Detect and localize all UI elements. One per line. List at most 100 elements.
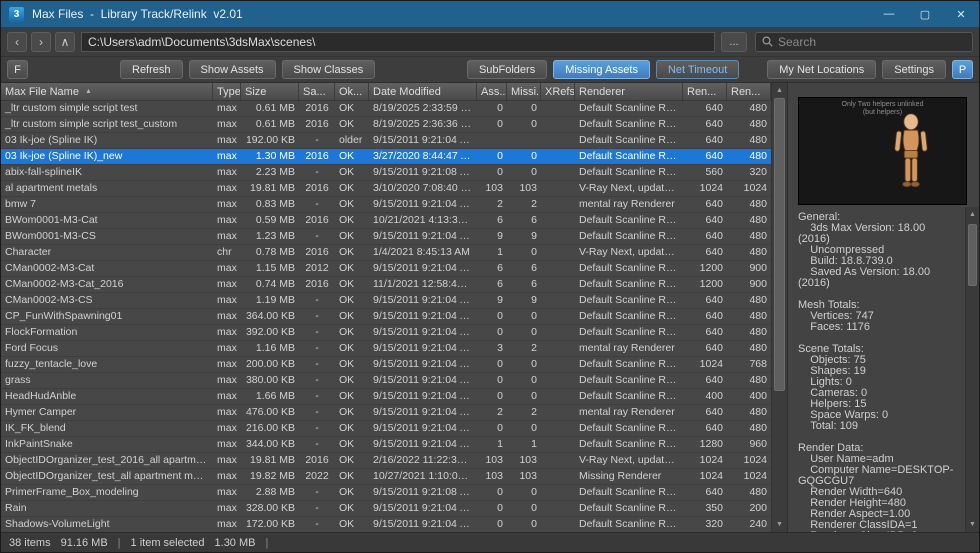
status-separator: | (265, 537, 268, 549)
cell-missing: 0 (507, 501, 541, 516)
forward-button[interactable]: › (31, 32, 51, 52)
my-net-locations-button[interactable]: My Net Locations (767, 60, 876, 79)
search-input[interactable] (778, 35, 966, 49)
cell-assets: 0 (477, 517, 507, 532)
cell-size: 0.78 MB (241, 245, 299, 260)
cell-xrefs (541, 165, 575, 180)
table-row[interactable]: Rainmax328.00 KB-OK9/15/2011 9:21:04 AM0… (1, 501, 771, 517)
cell-saved: - (299, 421, 335, 436)
column-header-date_modified[interactable]: Date Modified (369, 83, 477, 100)
table-row[interactable]: BWom0001-M3-Catmax0.59 MB2016OK10/21/202… (1, 213, 771, 229)
show-assets-button[interactable]: Show Assets (189, 60, 276, 79)
column-header-xrefs[interactable]: XRefs (541, 83, 575, 100)
table-row[interactable]: grassmax380.00 KB-OK9/15/2011 9:21:04 AM… (1, 373, 771, 389)
refresh-button[interactable]: Refresh (120, 60, 183, 79)
table-row[interactable]: 03 Ik-joe (Spline IK)max192.00 KB-older9… (1, 133, 771, 149)
table-row[interactable]: InkPaintSnakemax344.00 KB-OK9/15/2011 9:… (1, 437, 771, 453)
column-header-render_w[interactable]: Ren... (683, 83, 727, 100)
column-header-missing[interactable]: Missi... (507, 83, 541, 100)
table-row[interactable]: BWom0001-M3-CSmax1.23 MB-OK9/15/2011 9:2… (1, 229, 771, 245)
close-button[interactable]: ✕ (943, 1, 979, 27)
cell-render_h: 1024 (727, 453, 771, 468)
cell-render_w: 640 (683, 149, 727, 164)
cell-missing: 0 (507, 117, 541, 132)
table-row[interactable]: ObjectIDOrganizer_test_all apartment met… (1, 469, 771, 485)
column-header-type[interactable]: Type (213, 83, 241, 100)
details-scroll-up-icon[interactable]: ▲ (966, 207, 979, 222)
column-header-name[interactable]: Max File Name▲ (1, 83, 213, 100)
maximize-button[interactable]: ▢ (907, 1, 943, 27)
search-box[interactable] (755, 32, 973, 52)
back-button[interactable]: ‹ (7, 32, 27, 52)
table-row[interactable]: HeadHudAnblemax1.66 MB-OK9/15/2011 9:21:… (1, 389, 771, 405)
table-row[interactable]: bmw 7max0.83 MB-OK9/15/2011 9:21:04 AM22… (1, 197, 771, 213)
table-header: Max File Name▲TypeSizeSa...Ok...Date Mod… (1, 83, 771, 101)
cell-renderer: mental ray Renderer (575, 341, 683, 356)
table-row[interactable]: al apartment metalsmax19.81 MB2016OK3/10… (1, 181, 771, 197)
cell-date_modified: 9/15/2011 9:21:04 AM (369, 229, 477, 244)
cell-ok: OK (335, 405, 369, 420)
table-row[interactable]: CP_FunWithSpawning01max364.00 KB-OK9/15/… (1, 309, 771, 325)
cell-missing: 6 (507, 261, 541, 276)
table-row[interactable]: PrimerFrame_Box_modelingmax2.88 MB-OK9/1… (1, 485, 771, 501)
cell-name: InkPaintSnake (1, 437, 213, 452)
cell-size: 192.00 KB (241, 133, 299, 148)
column-header-renderer[interactable]: Renderer (575, 83, 683, 100)
cell-ok: OK (335, 181, 369, 196)
table-row[interactable]: CMan0002-M3-Catmax1.15 MB2012OK9/15/2011… (1, 261, 771, 277)
up-button[interactable]: ∧ (55, 32, 75, 52)
cell-ok: OK (335, 389, 369, 404)
browse-button[interactable]: ... (721, 32, 747, 52)
table-row[interactable]: IK_FK_blendmax216.00 KB-OK9/15/2011 9:21… (1, 421, 771, 437)
cell-ok: OK (335, 517, 369, 532)
cell-size: 380.00 KB (241, 373, 299, 388)
details-scroll-down-icon[interactable]: ▼ (966, 517, 979, 532)
scroll-down-icon[interactable]: ▼ (772, 517, 787, 532)
show-classes-button[interactable]: Show Classes (282, 60, 376, 79)
details-scrollbar[interactable]: ▲ ▼ (965, 207, 979, 532)
filter-button[interactable]: F (7, 60, 28, 79)
cell-size: 19.81 MB (241, 181, 299, 196)
table-scroll-track[interactable] (772, 98, 787, 517)
cell-type: max (213, 501, 241, 516)
table-scrollbar[interactable]: ▲ ▼ (771, 83, 787, 532)
cell-size: 392.00 KB (241, 325, 299, 340)
table-row[interactable]: fuzzy_tentacle_lovemax200.00 KB-OK9/15/2… (1, 357, 771, 373)
cell-ok: OK (335, 341, 369, 356)
title-bar: 3 Max Files - Library Track/Relink v2.01… (1, 1, 979, 27)
column-header-render_h[interactable]: Ren... (727, 83, 771, 100)
subfolders-button[interactable]: SubFolders (467, 60, 547, 79)
column-header-ok[interactable]: Ok... (335, 83, 369, 100)
table-row[interactable]: FlockFormationmax392.00 KB-OK9/15/2011 9… (1, 325, 771, 341)
cell-renderer: Default Scanline Renderer (575, 501, 683, 516)
table-row[interactable]: abix-fall-splineIKmax2.23 MB-OK9/15/2011… (1, 165, 771, 181)
table-row[interactable]: Characterchr0.78 MB2016OK1/4/2021 8:45:1… (1, 245, 771, 261)
settings-button[interactable]: Settings (882, 60, 946, 79)
table-row[interactable]: CMan0002-M3-CSmax1.19 MB-OK9/15/2011 9:2… (1, 293, 771, 309)
details-scroll-thumb[interactable] (968, 224, 977, 286)
table-row[interactable]: ObjectIDOrganizer_test_2016_all apartmen… (1, 453, 771, 469)
preview-toggle-button[interactable]: P (952, 60, 973, 79)
table-row[interactable]: CMan0002-M3-Cat_2016max0.74 MB2016OK11/1… (1, 277, 771, 293)
table-scroll-thumb[interactable] (774, 98, 785, 391)
table-row[interactable]: Hymer Campermax476.00 KB-OK9/15/2011 9:2… (1, 405, 771, 421)
column-header-assets[interactable]: Ass... (477, 83, 507, 100)
missing-assets-button[interactable]: Missing Assets (553, 60, 650, 79)
table-row[interactable]: 03 Ik-joe (Spline IK)_newmax1.30 MB2016O… (1, 149, 771, 165)
table-row[interactable]: _ltr custom simple script testmax0.61 MB… (1, 101, 771, 117)
minimize-button[interactable]: — (871, 1, 907, 27)
cell-date_modified: 3/27/2020 8:44:47 AM (369, 149, 477, 164)
cell-type: max (213, 453, 241, 468)
cell-ok: OK (335, 309, 369, 324)
table-row[interactable]: Ford Focusmax1.16 MB-OK9/15/2011 9:21:04… (1, 341, 771, 357)
table-row[interactable]: _ltr custom simple script test_custommax… (1, 117, 771, 133)
cell-render_h: 480 (727, 341, 771, 356)
cell-size: 364.00 KB (241, 309, 299, 324)
details-scroll-track[interactable] (966, 222, 979, 517)
scroll-up-icon[interactable]: ▲ (772, 83, 787, 98)
table-row[interactable]: Shadows-VolumeLightmax172.00 KB-OK9/15/2… (1, 517, 771, 532)
column-header-size[interactable]: Size (241, 83, 299, 100)
net-timeout-button[interactable]: Net Timeout (656, 60, 739, 79)
path-input[interactable] (81, 32, 715, 52)
column-header-saved[interactable]: Sa... (299, 83, 335, 100)
